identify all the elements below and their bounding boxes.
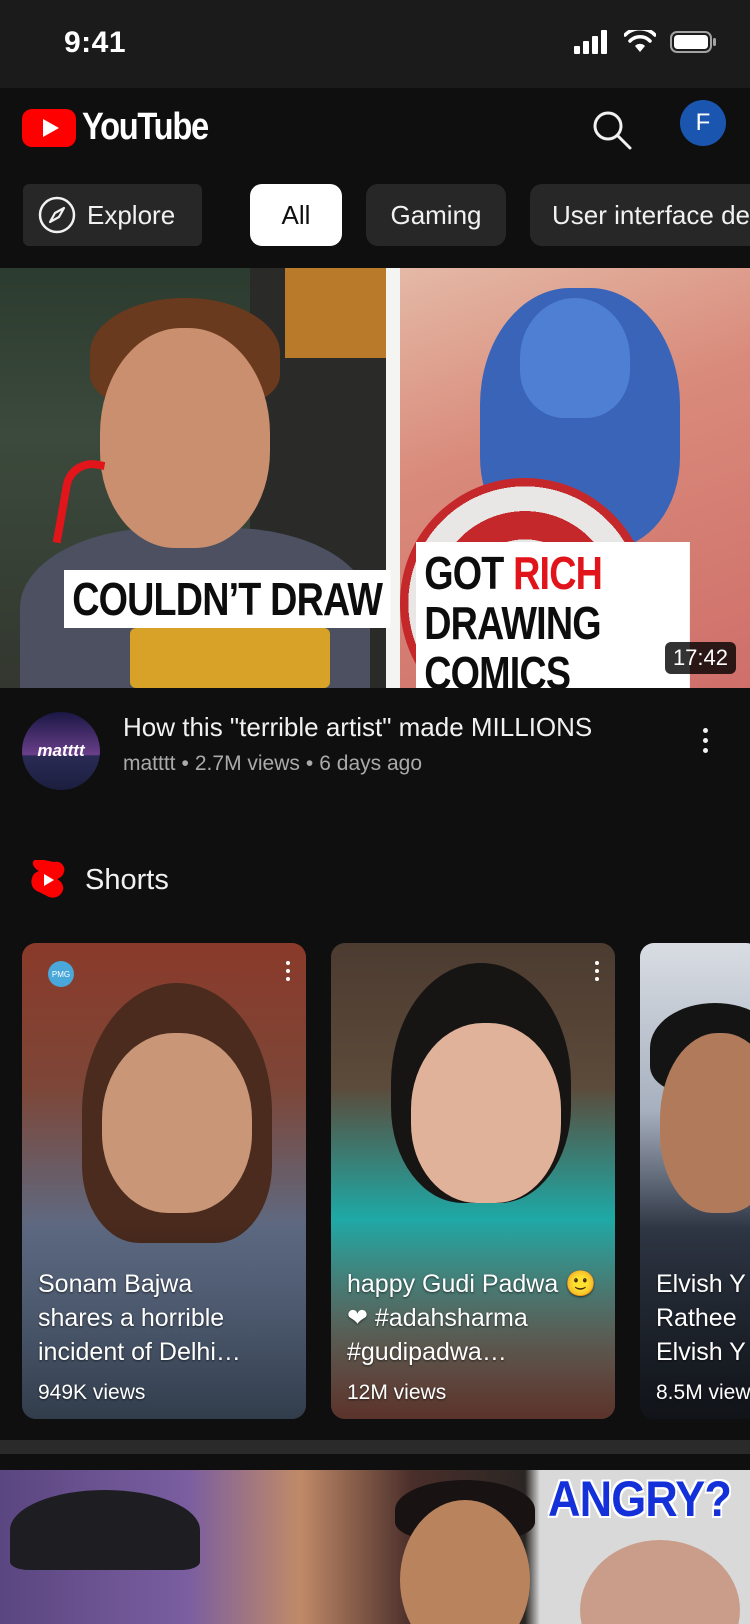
red-arrow-icon: [52, 455, 106, 549]
short-more-icon[interactable]: [595, 961, 599, 981]
video-meta: matttt How this "terrible artist" made M…: [0, 700, 750, 790]
short-title: Elvish Y Rathee Elvish Y: [656, 1270, 746, 1366]
search-button[interactable]: [590, 108, 634, 152]
short-more-icon[interactable]: [286, 961, 290, 981]
search-icon: [593, 111, 632, 150]
shorts-logo-icon: [30, 858, 66, 905]
short-card[interactable]: happy Gudi Padwa 🙂 ❤ #adahsharma #gudipa…: [331, 943, 615, 1419]
signal-icon: [574, 30, 607, 54]
kebab-menu-icon[interactable]: [690, 720, 720, 760]
short-card[interactable]: PMG Sonam Bajwa shares a horrible incide…: [22, 943, 306, 1419]
battery-icon: [670, 31, 716, 53]
logo-wordmark: YouTube: [82, 106, 209, 148]
thumbnail-overlay-text: ANGRY?: [548, 1471, 732, 1527]
video-subtitle: matttt • 2.7M views • 6 days ago: [123, 752, 423, 775]
account-avatar[interactable]: F: [680, 100, 726, 146]
chip-explore[interactable]: Explore: [23, 184, 202, 246]
short-title: Sonam Bajwa shares a horrible incident o…: [38, 1270, 241, 1366]
shorts-header: Shorts: [0, 850, 750, 910]
short-card[interactable]: Elvish Y Rathee Elvish Y 8.5M view: [640, 943, 750, 1419]
status-bar: 9:41: [0, 0, 750, 88]
view-count: 2.7M views: [194, 752, 300, 775]
youtube-logo-icon: [22, 108, 76, 147]
upload-age: 6 days ago: [319, 752, 423, 775]
shelf-divider: [0, 1440, 750, 1454]
compass-icon: [38, 196, 76, 234]
video-title[interactable]: How this "terrible artist" made MILLIONS: [123, 712, 592, 743]
channel-avatar[interactable]: matttt: [22, 712, 100, 790]
status-time: 9:41: [64, 26, 127, 59]
channel-badge-icon: PMG: [48, 961, 74, 987]
short-views: 8.5M view: [656, 1381, 750, 1404]
chip-all[interactable]: All: [250, 184, 342, 246]
caption-rich: RICH: [513, 547, 603, 599]
video-thumbnail[interactable]: COULDN’T DRAW GOT RICH DRAWING COMICS 17…: [0, 268, 750, 688]
wifi-icon: [624, 30, 656, 52]
chip-explore-label: Explore: [87, 199, 176, 230]
chip-user-interface[interactable]: User interface de: [530, 184, 750, 246]
short-views: 12M views: [347, 1381, 447, 1404]
short-title: happy Gudi Padwa 🙂 ❤ #adahsharma #gudipa…: [347, 1270, 597, 1366]
channel-name[interactable]: matttt: [123, 752, 176, 775]
app-header: YouTube: [0, 88, 750, 180]
filter-chips: Explore All Gaming User interface de: [0, 180, 750, 258]
chip-gaming[interactable]: Gaming: [366, 184, 506, 246]
youtube-logo[interactable]: YouTube: [22, 106, 228, 149]
thumbnail-caption-left: COULDN’T DRAW: [64, 570, 391, 628]
shorts-section-title: Shorts: [85, 864, 169, 896]
status-icons: [574, 30, 718, 54]
next-video-thumbnail[interactable]: ANGRY?: [0, 1470, 750, 1624]
video-duration: 17:42: [664, 642, 736, 674]
short-views: 949K views: [38, 1381, 146, 1404]
thumbnail-caption-right: GOT RICH DRAWING COMICS: [416, 542, 690, 688]
